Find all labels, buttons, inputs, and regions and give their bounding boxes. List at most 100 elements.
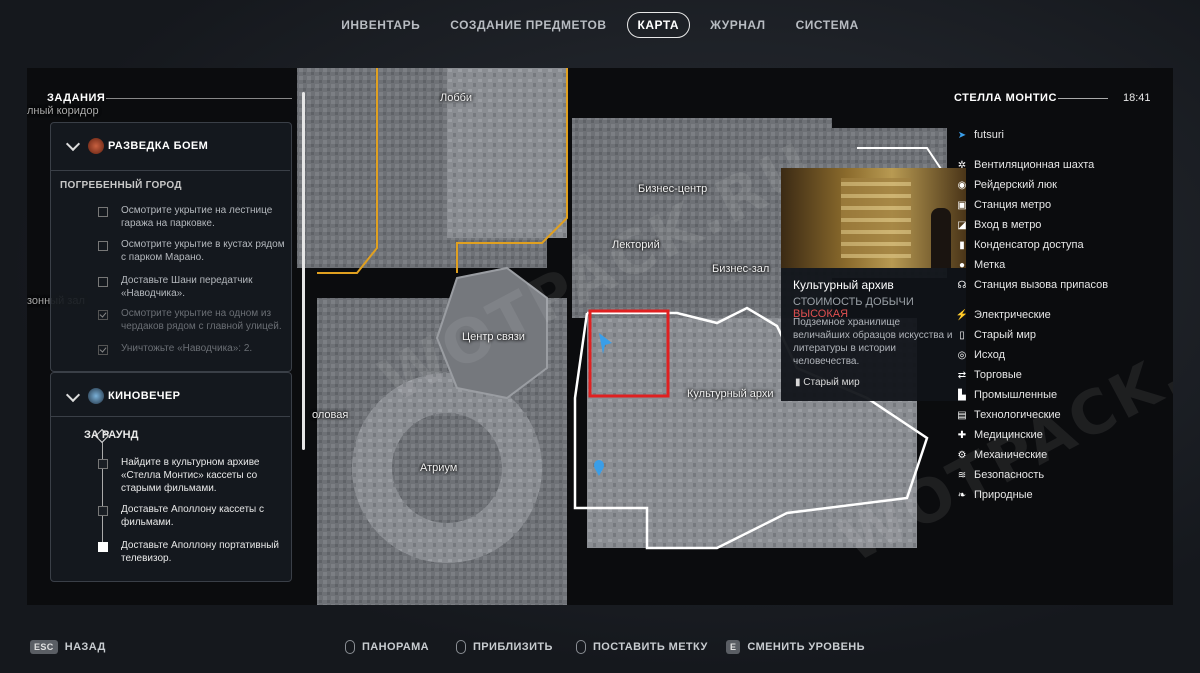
task-text: Доставьте Аполлону портативный телевизор… xyxy=(121,540,279,564)
legend-label: Безопасность xyxy=(974,469,1045,481)
quests-header: ЗАДАНИЯ xyxy=(47,92,106,104)
hatch-icon: ◉ xyxy=(957,179,967,191)
legend-item[interactable]: ▮ Конденсатор доступа xyxy=(956,239,1083,251)
legend-label: Промышленные xyxy=(974,389,1058,401)
tab-inventory[interactable]: ИНВЕНТАРЬ xyxy=(331,12,430,38)
legend-item[interactable]: ✲ Вентиляционная шахта xyxy=(956,159,1094,171)
legend-label: Торговые xyxy=(974,369,1022,381)
back-label: НАЗАД xyxy=(64,641,106,653)
map-legend: СТЕЛЛА МОНТИС 18:41 ➤ futsuri ✲ Вентиляци… xyxy=(948,86,1170,506)
divider xyxy=(50,416,290,417)
task-checkbox xyxy=(98,241,108,251)
industrial-icon: ▙ xyxy=(958,389,966,401)
legend-label: Метка xyxy=(974,259,1006,271)
map-label-cultural-archive: Культурный архи xyxy=(687,388,774,400)
legend-item[interactable]: ≋ Безопасность xyxy=(956,469,1044,481)
map-label-business-hall: Бизнес-зал xyxy=(712,263,770,275)
legend-label: Старый мир xyxy=(974,329,1037,341)
quest-location: ПОГРЕБЕННЫЙ ГОРОД xyxy=(60,180,182,191)
quests-scrollbar[interactable] xyxy=(302,92,305,450)
supply-call-icon: ☊ xyxy=(957,279,967,291)
medical-icon: ✚ xyxy=(957,429,967,441)
legend-label: Исход xyxy=(974,349,1006,361)
tab-map[interactable]: КАРТА xyxy=(626,12,691,38)
exodus-icon: ◎ xyxy=(957,349,967,361)
legend-item[interactable]: ◎ Исход xyxy=(956,349,1005,361)
task-checkbox xyxy=(98,207,108,217)
legend-label: Электрические xyxy=(974,309,1051,321)
mark-label: ПОСТАВИТЬ МЕТКУ xyxy=(593,641,708,653)
quest-title: КИНОВЕЧЕР xyxy=(108,390,181,402)
task-checkbox xyxy=(98,459,108,469)
location-popup: Культурный архив СТОИМОСТЬ ДОБЫЧИ ВЫСОКА… xyxy=(781,168,966,401)
quests-panel: ЗАДАНИЯ РАЗВЕДКА БОЕМ ПОГРЕБЕННЫЙ ГОРОД … xyxy=(38,86,293,582)
popup-tag: ▮ Старый мир xyxy=(795,377,860,388)
legend-label: Вентиляционная шахта xyxy=(974,159,1095,171)
legend-player: ➤ futsuri xyxy=(956,129,1004,141)
e-key-icon: E xyxy=(726,640,741,654)
mouse-wheel-icon xyxy=(456,640,466,654)
popup-title: Культурный архив xyxy=(793,278,894,292)
task-checkbox-done xyxy=(98,345,108,355)
level-label: СМЕНИТЬ УРОВЕНЬ xyxy=(747,641,865,653)
legend-item[interactable]: ◪ Вход в метро xyxy=(956,219,1041,231)
nature-icon: ❧ xyxy=(957,489,967,501)
legend-label: Рейдерский люк xyxy=(974,179,1057,191)
task-tree-line xyxy=(102,438,103,546)
tech-icon: ▤ xyxy=(957,409,967,421)
tab-system[interactable]: СИСТЕМА xyxy=(786,12,869,38)
task-text: Осмотрите укрытие на лестнице гаража на … xyxy=(121,205,273,229)
legend-item[interactable]: ✚ Медицинские xyxy=(956,429,1043,441)
top-tabs: ИНВЕНТАРЬ СОЗДАНИЕ ПРЕДМЕТОВ КАРТА ЖУРНА… xyxy=(0,12,1200,38)
legend-item[interactable]: ▤ Технологические xyxy=(956,409,1060,421)
cost-label: СТОИМОСТЬ ДОБЫЧИ xyxy=(793,296,914,308)
legend-item[interactable]: ❧ Природные xyxy=(956,489,1033,501)
quest-title: РАЗВЕДКА БОЕМ xyxy=(108,140,209,152)
map-label-lobby: Лобби xyxy=(440,92,473,104)
clock: 18:41 xyxy=(1123,92,1151,104)
back-action[interactable]: ESC НАЗАД xyxy=(30,640,106,654)
tag-label: Старый мир xyxy=(803,377,860,388)
legend-item[interactable]: ☊ Станция вызова припасов xyxy=(956,279,1109,291)
pan-label: ПАНОРАМА xyxy=(362,641,429,653)
task-checkbox-active xyxy=(98,542,108,552)
legend-label: Станция вызова припасов xyxy=(974,279,1109,291)
header-divider xyxy=(106,98,292,99)
player-arrow-icon: ➤ xyxy=(957,129,967,141)
mechanical-icon: ⚙ xyxy=(957,449,967,461)
legend-item[interactable]: ▣ Станция метро xyxy=(956,199,1051,211)
legend-label: Механические xyxy=(974,449,1048,461)
quest-movie-icon xyxy=(88,388,104,404)
legend-item[interactable]: ⇄ Торговые xyxy=(956,369,1022,381)
zoom-label: ПРИБЛИЗИТЬ xyxy=(473,641,553,653)
map-label-atrium: Атриум xyxy=(420,462,458,474)
legend-label: Вход в метро xyxy=(974,219,1042,231)
change-level-action[interactable]: E СМЕНИТЬ УРОВЕНЬ xyxy=(726,640,865,654)
quest-recon-icon xyxy=(88,138,104,154)
marker-icon: ● xyxy=(958,259,966,271)
mark-action[interactable]: ПОСТАВИТЬ МЕТКУ xyxy=(576,640,708,654)
legend-item[interactable]: ⚙ Механические xyxy=(956,449,1048,461)
legend-item[interactable]: ⚡ Электрические xyxy=(956,309,1051,321)
player-name: futsuri xyxy=(974,129,1004,141)
task-text: Осмотрите укрытие в кустах рядом с парко… xyxy=(121,239,285,263)
zoom-action[interactable]: ПРИБЛИЗИТЬ xyxy=(456,640,553,654)
legend-label: Природные xyxy=(974,489,1033,501)
fan-icon: ✲ xyxy=(957,159,967,171)
map-label-dining: оловая xyxy=(312,409,349,421)
location-image xyxy=(781,168,966,268)
legend-label: Станция метро xyxy=(974,199,1052,211)
pan-action[interactable]: ПАНОРАМА xyxy=(345,640,429,654)
task-checkbox xyxy=(98,506,108,516)
tab-crafting[interactable]: СОЗДАНИЕ ПРЕДМЕТОВ xyxy=(440,12,616,38)
legend-item[interactable]: ▙ Промышленные xyxy=(956,389,1057,401)
task-text: Осмотрите укрытие на одном из чердаков р… xyxy=(121,308,282,332)
legend-item[interactable]: ◉ Рейдерский люк xyxy=(956,179,1057,191)
metro-entrance-icon: ◪ xyxy=(957,219,967,231)
task-checkbox xyxy=(98,277,108,287)
security-icon: ≋ xyxy=(957,469,967,481)
old-world-icon: ▯ xyxy=(959,329,965,341)
legend-item[interactable]: ● Метка xyxy=(956,259,1005,271)
legend-item[interactable]: ▯ Старый мир xyxy=(956,329,1036,341)
tab-journal[interactable]: ЖУРНАЛ xyxy=(700,12,776,38)
